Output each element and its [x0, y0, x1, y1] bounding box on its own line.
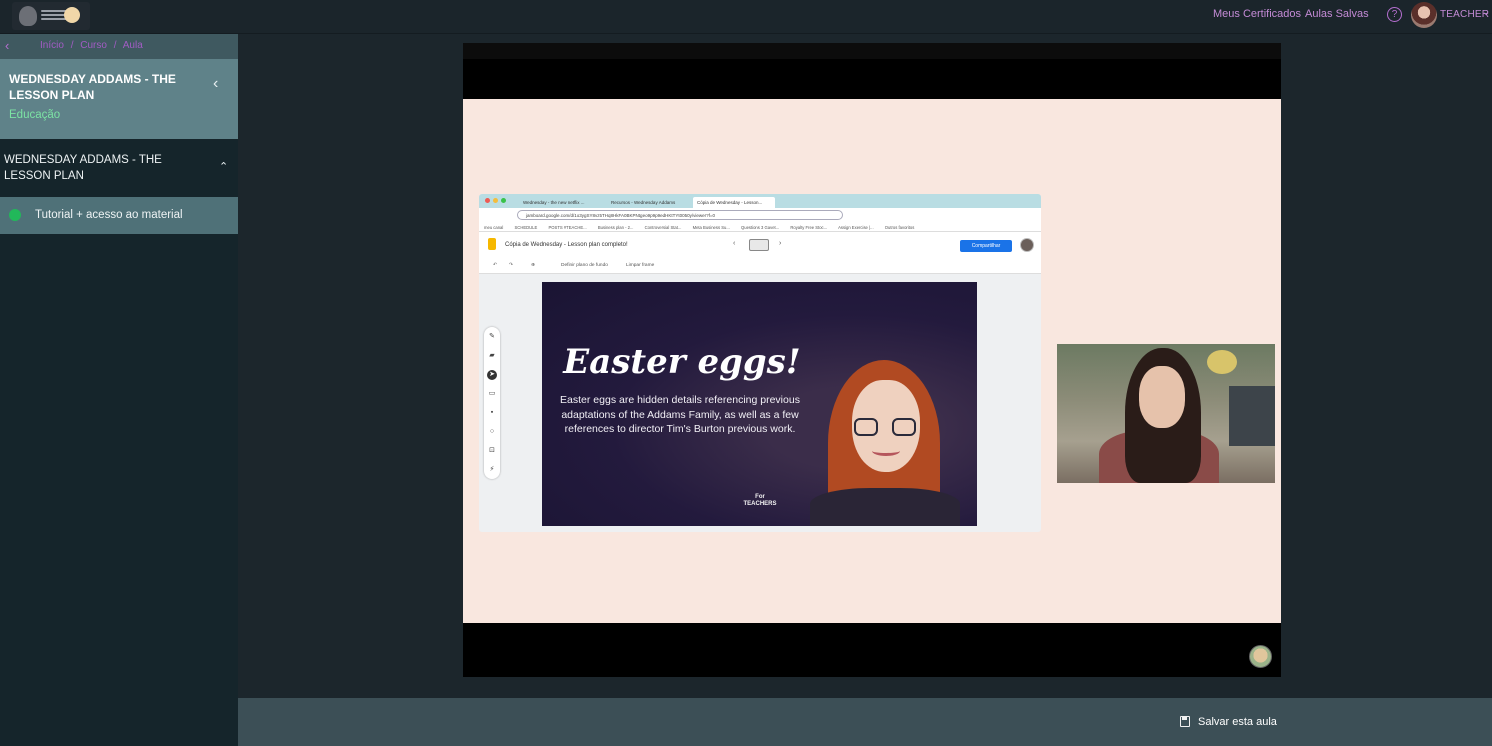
bookmark: Outros favoritos — [884, 225, 915, 230]
breadcrumb-separator: / — [113, 40, 117, 51]
bookmark: Business plan - 2... — [597, 225, 634, 230]
course-category: Educação — [9, 109, 61, 121]
text-box-icon: ⊡ — [489, 447, 495, 454]
circle-icon: ○ — [489, 428, 495, 435]
jamboard-doc-title: Cópia de Wednesday - Lesson plan complet… — [505, 242, 628, 248]
bookmark: SCHEDULE — [514, 225, 538, 230]
jamboard-avatar — [1020, 238, 1034, 252]
minimize-window-icon — [493, 198, 498, 203]
breadcrumb: Início / Curso / Aula — [40, 40, 147, 51]
top-bar: Meus Certificados Aulas Salvas ? TEACHER… — [0, 0, 1492, 34]
frame-nav: ‹ — [733, 240, 736, 247]
bookmark: meu canal — [484, 225, 504, 230]
browser-tab-strip: Wednesday - the new netflix ... Recursos… — [479, 194, 1041, 208]
share-button: Compartilhar — [960, 240, 1012, 252]
slide-title: Easter eggs! — [563, 342, 801, 382]
lesson-status-icon — [9, 209, 21, 221]
jamboard-header: Cópia de Wednesday - Lesson plan complet… — [479, 232, 1041, 259]
video-player[interactable]: Wednesday - the new netflix ... Recursos… — [463, 43, 1281, 677]
browser-url-box: jamboard.google.com/d/1o3ygSY8vz5THq8HkF… — [517, 210, 843, 220]
breadcrumb-lesson[interactable]: Aula — [123, 40, 143, 51]
player-top-strip — [463, 43, 1281, 59]
bookmark: Royalty Free Stoc... — [790, 225, 828, 230]
bookmark: POSTS #TEACHE... — [548, 225, 587, 230]
course-title: WEDNESDAY ADDAMS - THE LESSON PLAN — [9, 72, 176, 102]
breadcrumb-home[interactable]: Início — [40, 40, 64, 51]
chevron-up-icon[interactable]: ⌃ — [219, 160, 228, 173]
lesson-slide: Easter eggs! Easter eggs are hidden deta… — [542, 282, 977, 526]
browser-tab-active: Cópia de Wednesday - Lesson... — [693, 197, 775, 208]
bookmark: Controversial Stat... — [644, 225, 682, 230]
breadcrumb-separator: / — [70, 40, 74, 51]
chevron-down-icon[interactable]: ⌄ — [1482, 7, 1490, 18]
zoom-icon: ⊕ — [531, 263, 536, 268]
lesson-label: Tutorial + acesso ao material — [35, 209, 183, 221]
breadcrumb-course[interactable]: Curso — [80, 40, 107, 51]
redo-icon: ↷ — [509, 263, 514, 268]
slide-body: Easter eggs are hidden details referenci… — [560, 394, 800, 435]
set-background-label: Definir plano de fundo — [561, 263, 608, 268]
bookmark: Meta Business Su... — [692, 225, 730, 230]
select-icon: ➤ — [487, 370, 497, 380]
saved-lessons-link[interactable]: Aulas Salvas — [1305, 8, 1369, 20]
collapse-sidebar-icon[interactable]: ‹ — [213, 75, 218, 93]
logo-line-top: For — [755, 494, 765, 500]
save-lesson-button[interactable]: Salvar esta aula — [1198, 716, 1277, 728]
bookmarks-bar: meu canal SCHEDULE POSTS #TEACHE... Busi… — [479, 222, 1041, 232]
my-certificates-link[interactable]: Meus Certificados — [1213, 8, 1301, 20]
undo-icon: ↶ — [493, 263, 498, 268]
help-icon[interactable]: ? — [1387, 7, 1402, 22]
moon-logo-icon — [64, 7, 80, 23]
for-teachers-logo: For TEACHERS — [740, 494, 780, 508]
shared-screen-browser: Wednesday - the new netflix ... Recursos… — [479, 194, 1041, 532]
course-sidebar: ‹ Início / Curso / Aula WEDNESDAY ADDAMS… — [0, 34, 238, 746]
maximize-window-icon — [501, 198, 506, 203]
user-avatar[interactable] — [1411, 2, 1437, 28]
laser-icon: ⚡ — [489, 466, 495, 473]
pen-icon: ✎ — [489, 333, 495, 340]
jamboard-toolbar: ↶ ↷ ⊕ Definir plano de fundo Limpar fram… — [479, 259, 1041, 274]
character-portrait — [810, 360, 960, 526]
bookmark: Questions 3 Gavet... — [741, 225, 780, 230]
eraser-icon: ▰ — [489, 352, 495, 359]
presenter-webcam — [1057, 344, 1275, 483]
image-icon: ▪ — [490, 409, 494, 416]
clear-frame-label: Limpar frame — [626, 263, 655, 268]
browser-tab: Wednesday - the new netflix ... — [523, 200, 585, 205]
lesson-action-bar: Salvar esta aula — [238, 698, 1492, 746]
back-arrow-icon[interactable]: ‹ — [5, 38, 9, 53]
logo-line-bottom: TEACHERS — [743, 501, 777, 507]
course-header: WEDNESDAY ADDAMS - THE LESSON PLAN Educa… — [0, 59, 238, 139]
browser-tab: Recursos - Wednesday Addams — [611, 200, 676, 205]
frame-thumbnail — [749, 239, 769, 251]
save-icon[interactable] — [1180, 716, 1190, 727]
bookmark: Assign Exercise |... — [838, 225, 874, 230]
channel-avatar[interactable] — [1249, 645, 1272, 668]
frame-nav: › — [779, 240, 782, 247]
video-frame: Wednesday - the new netflix ... Recursos… — [463, 99, 1281, 623]
sticky-note-icon: ▭ — [488, 390, 496, 397]
site-logo[interactable] — [12, 2, 90, 30]
lesson-item[interactable]: Tutorial + acesso ao material — [0, 197, 238, 234]
module-title: WEDNESDAY ADDAMS - THE LESSON PLAN — [4, 154, 162, 182]
breadcrumb-bar: ‹ Início / Curso / Aula — [0, 34, 238, 59]
module-header[interactable]: WEDNESDAY ADDAMS - THE LESSON PLAN ⌃ — [0, 139, 238, 197]
jamboard-tool-rail: ✎ ▰ ➤ ▭ ▪ ○ ⊡ ⚡ — [484, 327, 500, 479]
jamboard-logo-icon — [488, 238, 496, 250]
browser-url-row: jamboard.google.com/d/1o3ygSY8vz5THq8HkF… — [479, 208, 1041, 222]
close-window-icon — [485, 198, 490, 203]
skull-logo-icon — [19, 6, 37, 26]
